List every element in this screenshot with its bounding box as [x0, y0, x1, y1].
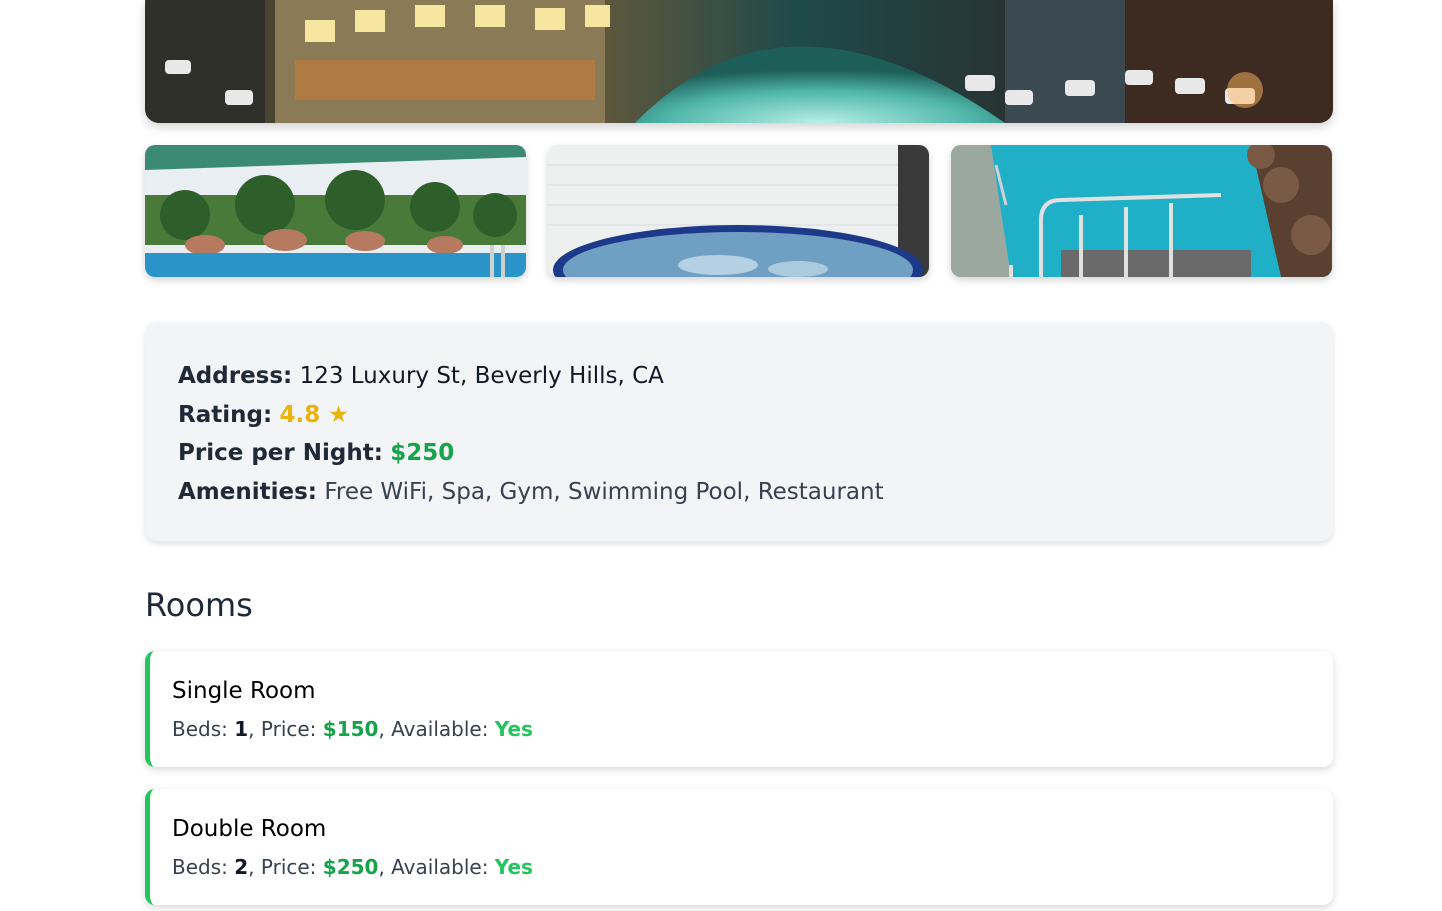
- available-label: , Available:: [378, 717, 495, 741]
- availability-status: Yes: [494, 855, 533, 879]
- room-card-single[interactable]: Single Room Beds: 1, Price: $150, Availa…: [145, 651, 1333, 767]
- rating-line: Rating: 4.8 ★: [178, 396, 1300, 435]
- amenities-label: Amenities:: [178, 479, 317, 506]
- room-name: Single Room: [172, 678, 316, 704]
- available-label: , Available:: [378, 855, 495, 879]
- price-label: , Price:: [248, 855, 323, 879]
- rating-label: Rating:: [178, 401, 273, 428]
- room-details: Beds: 2, Price: $250, Available: Yes: [172, 855, 533, 879]
- hotel-info-card: Address: 123 Luxury St, Beverly Hills, C…: [145, 322, 1333, 541]
- address-label: Address:: [178, 363, 293, 389]
- rooms-heading: Rooms: [145, 586, 253, 624]
- price-line: Price per Night: $250: [178, 434, 1300, 473]
- room-details: Beds: 1, Price: $150, Available: Yes: [172, 717, 533, 741]
- thumbnail-outdoor-pool[interactable]: [145, 145, 526, 277]
- address-line: Address: 123 Luxury St, Beverly Hills, C…: [178, 357, 1300, 396]
- amenities-value: Free WiFi, Spa, Gym, Swimming Pool, Rest…: [324, 479, 884, 506]
- address-value: 123 Luxury St, Beverly Hills, CA: [299, 363, 664, 389]
- beds-value: 1: [234, 717, 249, 741]
- thumbnail-pool-ladder[interactable]: [951, 145, 1332, 277]
- beds-value: 2: [234, 855, 249, 879]
- room-price: $150: [322, 717, 379, 741]
- amenities-line: Amenities: Free WiFi, Spa, Gym, Swimming…: [178, 473, 1300, 512]
- availability-status: Yes: [494, 717, 533, 741]
- thumbnail-indoor-jacuzzi[interactable]: [548, 145, 929, 277]
- rating-value: 4.8 ★: [279, 401, 349, 428]
- price-label: , Price:: [248, 717, 323, 741]
- price-value: $250: [390, 440, 455, 467]
- room-name: Double Room: [172, 816, 327, 842]
- beds-label: Beds:: [172, 855, 235, 879]
- price-label: Price per Night:: [178, 440, 383, 467]
- beds-label: Beds:: [172, 717, 235, 741]
- hero-image-hotel-exterior[interactable]: [145, 0, 1333, 123]
- room-card-double[interactable]: Double Room Beds: 2, Price: $250, Availa…: [145, 789, 1333, 905]
- room-price: $250: [322, 855, 379, 879]
